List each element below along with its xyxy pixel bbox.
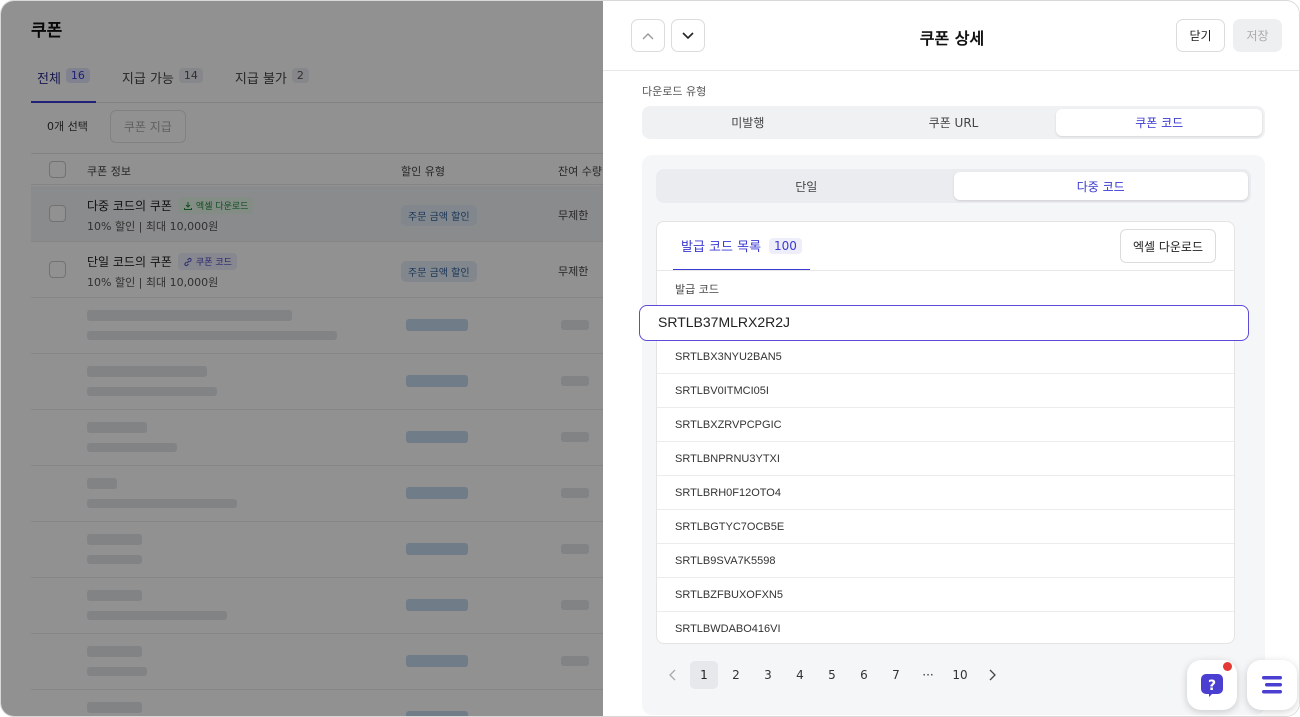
prev-page-button[interactable]: [658, 661, 686, 689]
next-page-button[interactable]: [978, 661, 1006, 689]
page-button[interactable]: 2: [722, 661, 750, 689]
drawer-header: 쿠폰 상세 닫기 저장: [603, 1, 1299, 71]
code-row[interactable]: SRTLBGTYC7OCB5E: [657, 510, 1234, 544]
page-button[interactable]: 3: [754, 661, 782, 689]
code-row[interactable]: SRTLBNPRNU3YTXI: [657, 442, 1234, 476]
tab-label: 발급 코드 목록: [681, 240, 762, 255]
segment-single-code[interactable]: 단일: [659, 172, 954, 200]
code-row[interactable]: SRTLBWDABO416VI: [657, 612, 1234, 643]
chevron-left-icon: [668, 669, 675, 681]
download-type-segmented-control: 미발행 쿠폰 URL 쿠폰 코드: [642, 106, 1265, 139]
menu-icon: [1262, 676, 1282, 694]
page-ellipsis: ···: [922, 668, 934, 682]
scrollbar[interactable]: [1285, 71, 1299, 716]
modal-backdrop[interactable]: [1, 1, 603, 716]
svg-text:?: ?: [1208, 678, 1216, 694]
code-mode-segmented-control: 단일 다중 코드: [656, 169, 1251, 203]
excel-download-button[interactable]: 엑셀 다운로드: [1119, 229, 1216, 263]
tab-issued-code-list[interactable]: 발급 코드 목록 100: [673, 222, 810, 271]
column-header: 발급 코드: [657, 270, 1234, 306]
page-button[interactable]: 4: [786, 661, 814, 689]
segment-unissued[interactable]: 미발행: [645, 109, 851, 136]
segment-coupon-code[interactable]: 쿠폰 코드: [1056, 109, 1263, 136]
code-row[interactable]: SRTLB9SVA7K5598: [657, 544, 1234, 578]
page-button[interactable]: 1: [690, 661, 718, 689]
coupon-detail-drawer: 쿠폰 상세 닫기 저장 다운로드 유형 미발행 쿠폰 URL 쿠폰 코드 단일 …: [603, 1, 1299, 716]
issued-codes-card: 발급 코드 목록 100 엑셀 다운로드 발급 코드 SRTLBX3NYU2BA…: [656, 221, 1235, 644]
code-row[interactable]: SRTLBXZRVPCPGIC: [657, 408, 1234, 442]
segment-coupon-url[interactable]: 쿠폰 URL: [851, 109, 1057, 136]
page-button[interactable]: 6: [850, 661, 878, 689]
pagination: 1 2 3 4 5 6 7 ··· 10: [658, 661, 1006, 689]
coupon-list-page: 쿠폰 전체 16 지급 가능 14 지급 불가 2 0개 선택 쿠폰 지급 쿠폰…: [1, 1, 603, 716]
page-button[interactable]: 10: [946, 661, 974, 689]
tab-count: 100: [769, 237, 802, 254]
segment-multi-code[interactable]: 다중 코드: [953, 172, 1248, 200]
notification-dot: [1223, 662, 1232, 671]
close-button[interactable]: 닫기: [1176, 19, 1225, 52]
code-row[interactable]: SRTLBRH0F12OTO4: [657, 476, 1234, 510]
chevron-right-icon: [989, 669, 996, 681]
focused-code-row[interactable]: SRTLB37MLRX2R2J: [639, 305, 1249, 341]
question-icon: ?: [1201, 674, 1223, 697]
menu-button[interactable]: [1247, 660, 1297, 710]
download-type-label: 다운로드 유형: [642, 85, 707, 98]
code-row[interactable]: SRTLBZFBUXOFXN5: [657, 578, 1234, 612]
page-button[interactable]: 5: [818, 661, 846, 689]
help-button[interactable]: ?: [1187, 660, 1237, 710]
code-row[interactable]: SRTLBX3NYU2BAN5: [657, 340, 1234, 374]
page-button[interactable]: 7: [882, 661, 910, 689]
coupon-code-panel: 단일 다중 코드 발급 코드 목록 100 엑셀 다운로드 발급 코드 SRTL…: [642, 155, 1265, 715]
code-row[interactable]: SRTLBV0ITMCI05I: [657, 374, 1234, 408]
app-window: 쿠폰 전체 16 지급 가능 14 지급 불가 2 0개 선택 쿠폰 지급 쿠폰…: [0, 0, 1300, 717]
save-button[interactable]: 저장: [1233, 19, 1282, 52]
